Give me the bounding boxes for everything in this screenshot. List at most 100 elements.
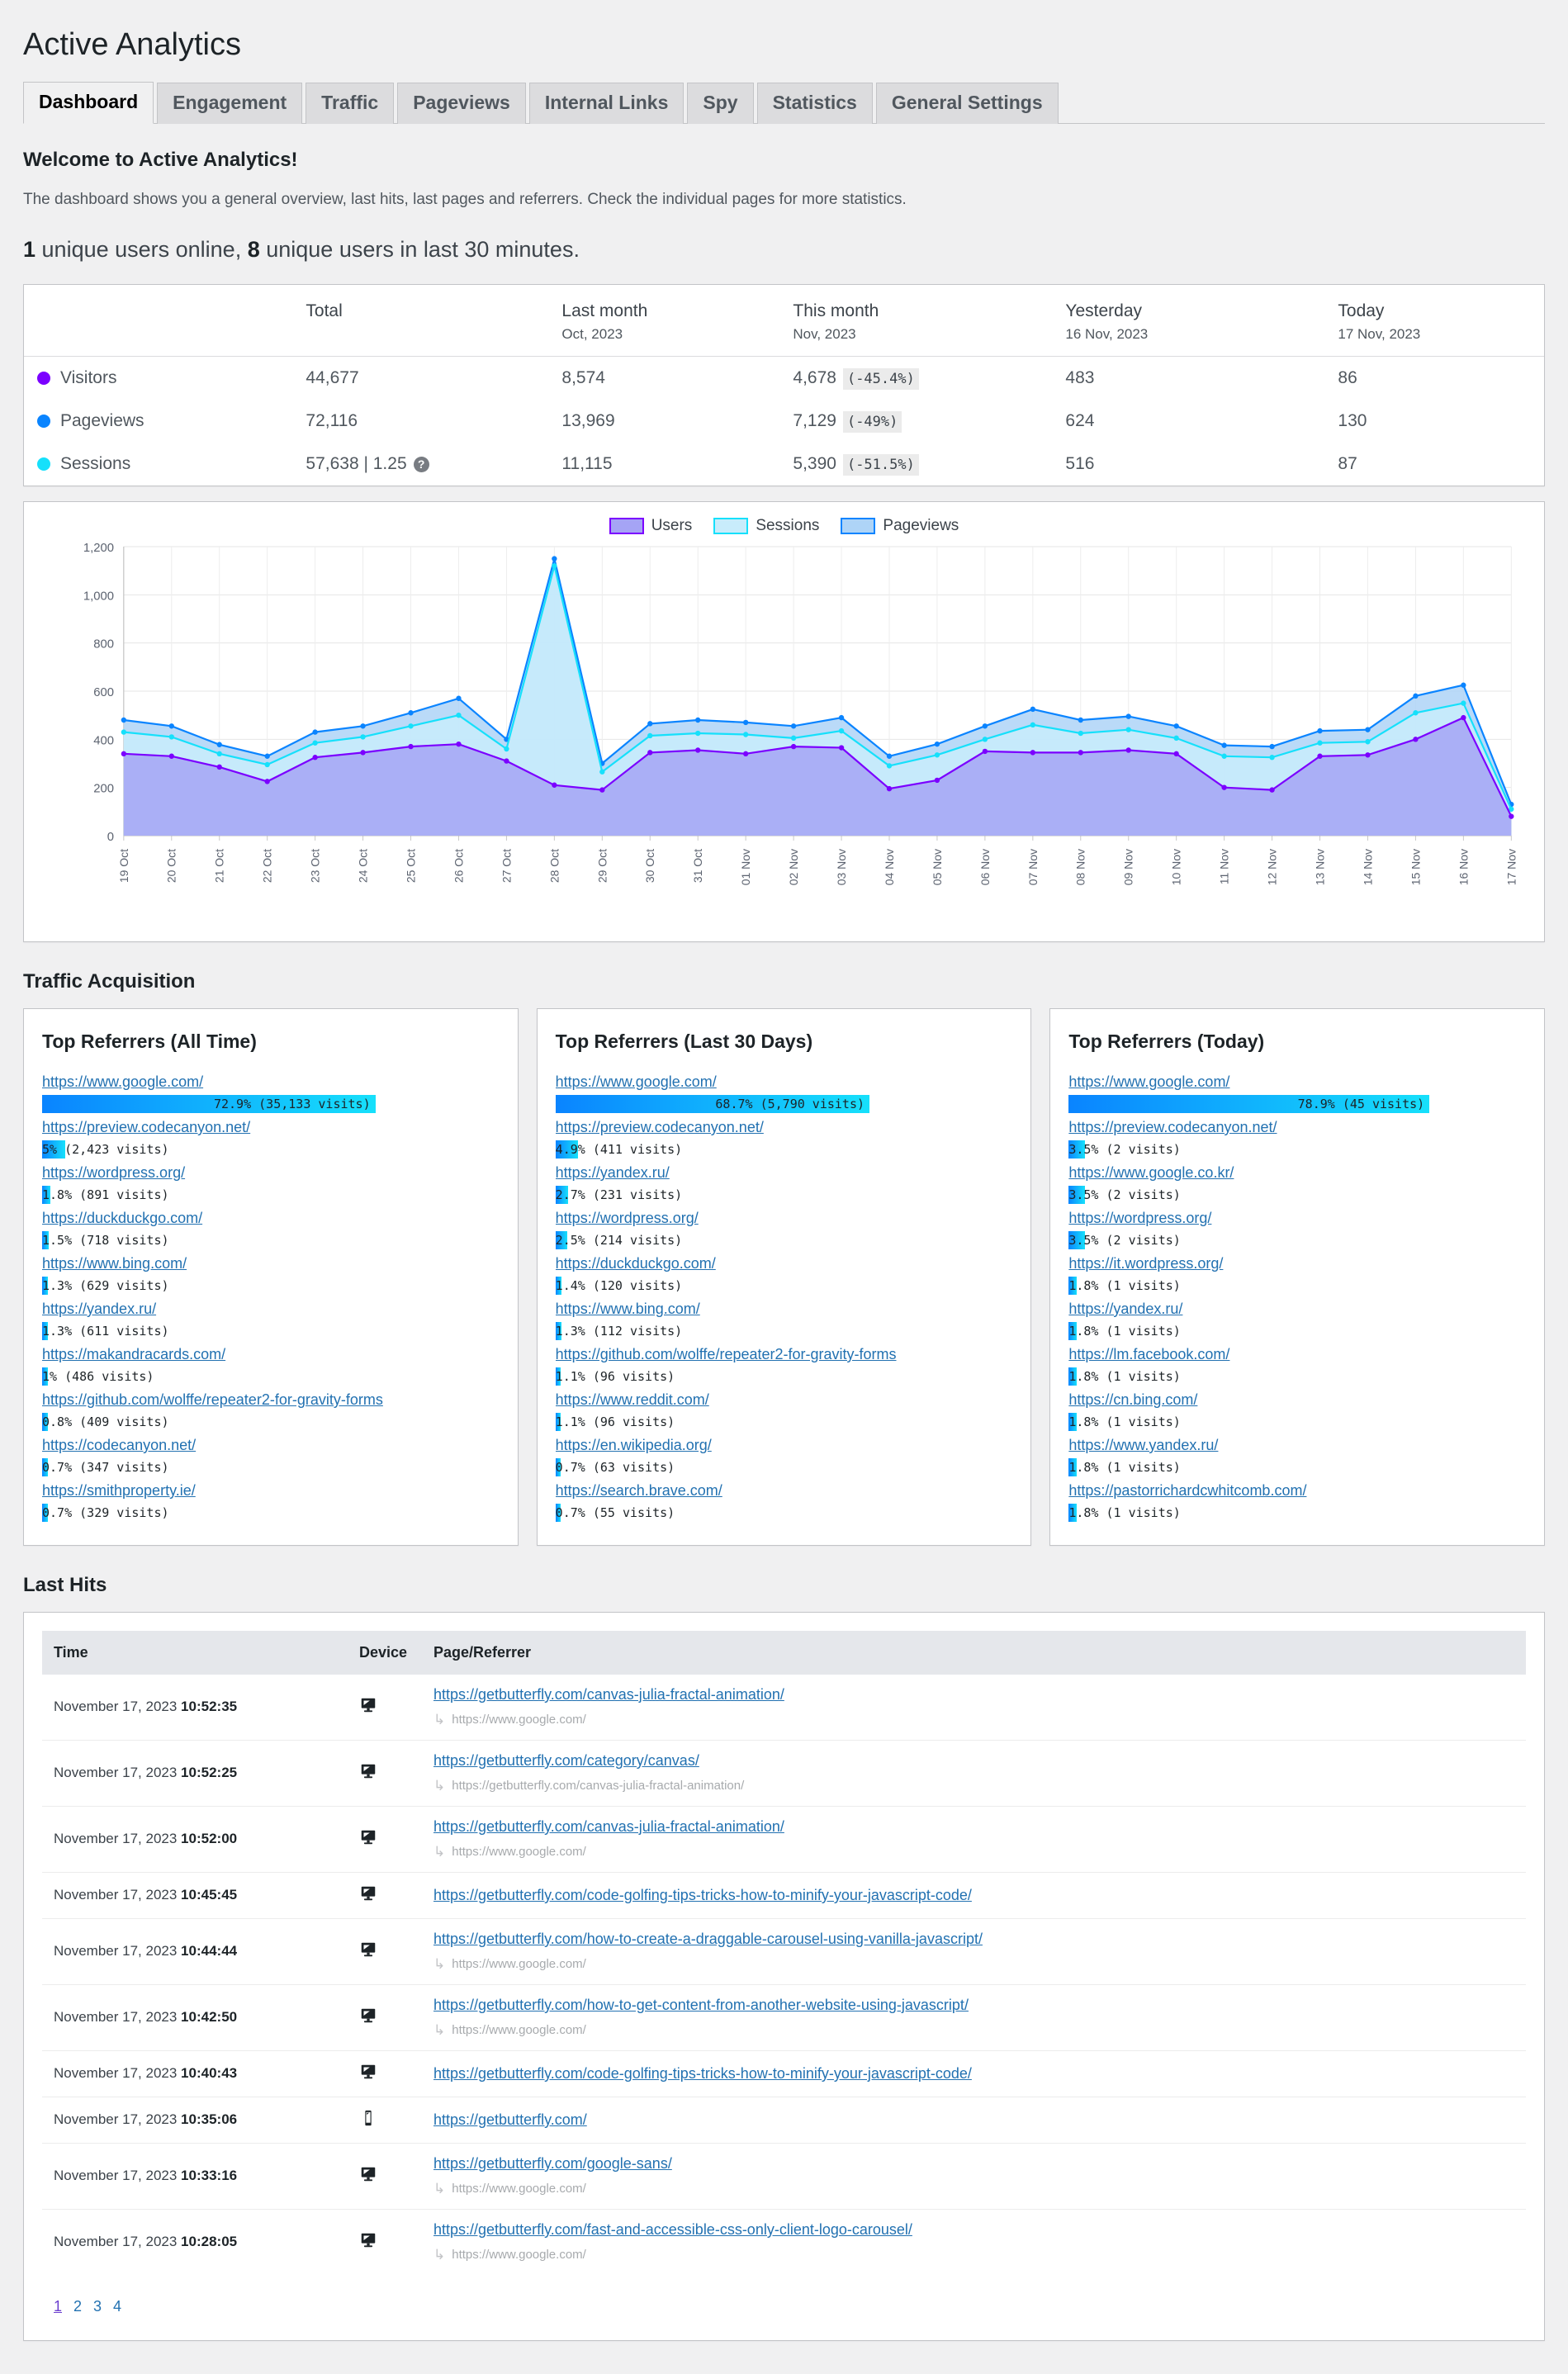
svg-text:21 Oct: 21 Oct	[213, 849, 226, 883]
tab-general-settings[interactable]: General Settings	[875, 83, 1059, 124]
referrer-bar-row: 1.3% (611 visits)	[42, 1321, 500, 1340]
tab-pageviews[interactable]: Pageviews	[397, 83, 526, 124]
referrer-link[interactable]: https://www.google.co.kr/	[1068, 1162, 1526, 1184]
hit-page-link[interactable]: https://getbutterfly.com/	[433, 2111, 587, 2129]
hit-page-link[interactable]: https://getbutterfly.com/canvas-julia-fr…	[433, 1818, 784, 1836]
referrer-link[interactable]: https://github.com/wolffe/repeater2-for-…	[42, 1389, 500, 1411]
hit-page-link[interactable]: https://getbutterfly.com/code-golfing-ti…	[433, 1887, 972, 1904]
tab-statistics[interactable]: Statistics	[756, 83, 873, 124]
traffic-area-chart[interactable]: 0 200 400 600 800 1,000 1,200 19 Oct 20 Oct 21 Oc…	[32, 538, 1536, 926]
referrer-link[interactable]: https://it.wordpress.org/	[1068, 1253, 1526, 1275]
svg-text:17 Nov: 17 Nov	[1504, 849, 1518, 885]
referrer-link[interactable]: https://wordpress.org/	[42, 1162, 500, 1184]
tab-spy[interactable]: Spy	[687, 83, 754, 124]
referrer-bar-label: 1.5% (718 visits)	[42, 1232, 169, 1248]
hit-time: 10:42:50	[181, 2009, 238, 2026]
referrer-link[interactable]: https://duckduckgo.com/	[42, 1207, 500, 1230]
referrer-link[interactable]: https://www.google.com/	[556, 1071, 1013, 1093]
referrer-link[interactable]: https://yandex.ru/	[556, 1162, 1013, 1184]
hit-device-cell	[348, 2143, 422, 2209]
referrer-link[interactable]: https://pastorrichardcwhitcomb.com/	[1068, 1480, 1526, 1502]
hit-page-link[interactable]: https://getbutterfly.com/how-to-create-a…	[433, 1931, 983, 1948]
referrer-bar-label: 3.5% (2 visits)	[1068, 1232, 1181, 1248]
tab-engagement[interactable]: Engagement	[157, 83, 303, 124]
referrer-link[interactable]: https://www.bing.com/	[42, 1253, 500, 1275]
referrer-link[interactable]: https://lm.facebook.com/	[1068, 1343, 1526, 1366]
referrer-link[interactable]: https://preview.codecanyon.net/	[42, 1116, 500, 1139]
referrer-link[interactable]: https://en.wikipedia.org/	[556, 1434, 1013, 1457]
hit-time: 10:40:43	[181, 2065, 238, 2082]
table-row: November 17, 2023 10:33:16 https://getbut…	[42, 2143, 1526, 2209]
referrer-link[interactable]: https://wordpress.org/	[1068, 1207, 1526, 1230]
pagination-page-4[interactable]: 4	[113, 2298, 121, 2315]
metric-color-dot	[37, 371, 50, 385]
legend-item-users[interactable]: Users	[609, 517, 692, 535]
hit-page-link[interactable]: https://getbutterfly.com/google-sans/	[433, 2155, 672, 2173]
summary-this-month-cell: 4,678 (-45.4%)	[779, 356, 1052, 400]
referrer-link[interactable]: https://yandex.ru/	[42, 1298, 500, 1320]
svg-text:11 Nov: 11 Nov	[1218, 849, 1231, 884]
hit-page-cell: https://getbutterfly.com/code-golfing-ti…	[422, 1872, 1526, 1918]
referrer-link[interactable]: https://smithproperty.ie/	[42, 1480, 500, 1502]
desktop-icon	[361, 2008, 376, 2023]
last-hits-title: Last Hits	[23, 1573, 107, 1596]
svg-text:26 Oct: 26 Oct	[452, 849, 465, 883]
hit-page-link[interactable]: https://getbutterfly.com/how-to-get-cont…	[433, 1997, 969, 2014]
table-row: November 17, 2023 10:44:44 https://getbut…	[42, 1918, 1526, 1984]
summary-today-cell: 130	[1338, 410, 1367, 430]
chart-plot-area[interactable]: 0 200 400 600 800 1,000 1,200 19 Oct 20 Oct 21 Oc…	[32, 538, 1536, 926]
col-head-main: Today	[1338, 301, 1385, 320]
hit-page-link[interactable]: https://getbutterfly.com/code-golfing-ti…	[433, 2065, 972, 2083]
referrer-link[interactable]: https://www.google.com/	[1068, 1071, 1526, 1093]
legend-label: Pageviews	[883, 516, 959, 534]
referrers-card: Top Referrers (Today) https://www.google.…	[1049, 1007, 1546, 1546]
hit-time: 10:28:05	[181, 2234, 238, 2250]
referrer-link[interactable]: https://codecanyon.net/	[42, 1434, 500, 1457]
pagination-page-3[interactable]: 3	[93, 2298, 102, 2315]
hit-time: 10:45:45	[181, 1887, 238, 1903]
referrer-link[interactable]: https://yandex.ru/	[1068, 1298, 1526, 1320]
pagination: 1234	[42, 2298, 1526, 2315]
summary-last-month-cell: 11,115	[561, 453, 613, 473]
svg-text:05 Nov: 05 Nov	[931, 849, 944, 885]
referrer-bar-label: 1.8% (1 visits)	[1068, 1277, 1181, 1293]
referrer-link[interactable]: https://www.google.com/	[42, 1071, 500, 1093]
referrer-link[interactable]: https://makandracards.com/	[42, 1343, 500, 1366]
desktop-icon	[361, 1764, 376, 1779]
referrer-link[interactable]: https://preview.codecanyon.net/	[556, 1116, 1013, 1139]
referrer-link[interactable]: https://github.com/wolffe/repeater2-for-…	[556, 1343, 1013, 1366]
summary-yesterday-cell: 483	[1065, 367, 1095, 387]
referrer-link[interactable]: https://duckduckgo.com/	[556, 1253, 1013, 1275]
hit-page-link[interactable]: https://getbutterfly.com/canvas-julia-fr…	[433, 1686, 784, 1703]
referrer-link[interactable]: https://preview.codecanyon.net/	[1068, 1116, 1526, 1139]
svg-text:29 Oct: 29 Oct	[595, 849, 609, 883]
pagination-page-2[interactable]: 2	[73, 2298, 82, 2315]
referrer-bar-row: 1% (486 visits)	[42, 1367, 500, 1386]
referrer-link[interactable]: https://wordpress.org/	[556, 1207, 1013, 1230]
referrers-card: Top Referrers (Last 30 Days) https://www.…	[536, 1007, 1032, 1546]
legend-item-pageviews[interactable]: Pageviews	[841, 517, 959, 535]
metric-label: Sessions	[60, 453, 131, 473]
col-head-sub: 16 Nov, 2023	[1065, 325, 1149, 342]
tab-dashboard[interactable]: Dashboard	[23, 82, 154, 124]
table-row: November 17, 2023 10:35:06 https://getbut…	[42, 2097, 1526, 2143]
referrer-link[interactable]: https://www.bing.com/	[556, 1298, 1013, 1320]
help-icon[interactable]: ?	[413, 456, 429, 472]
referrer-link[interactable]: https://www.yandex.ru/	[1068, 1434, 1526, 1457]
referrer-link[interactable]: https://www.reddit.com/	[556, 1389, 1013, 1411]
desktop-icon	[361, 1942, 376, 1957]
referrer-item: https://www.bing.com/1.3% (629 visits)	[42, 1253, 500, 1295]
hit-page-link[interactable]: https://getbutterfly.com/category/canvas…	[433, 1752, 699, 1770]
tab-traffic[interactable]: Traffic	[306, 83, 395, 124]
referrer-item: https://yandex.ru/2.7% (231 visits)	[555, 1162, 1013, 1204]
referrer-item: https://wordpress.org/1.8% (891 visits)	[42, 1162, 500, 1204]
legend-item-sessions[interactable]: Sessions	[713, 517, 819, 535]
hit-page-link[interactable]: https://getbutterfly.com/fast-and-access…	[433, 2221, 912, 2239]
pagination-page-1[interactable]: 1	[54, 2298, 62, 2315]
referrer-link[interactable]: https://search.brave.com/	[556, 1480, 1013, 1502]
referrer-link[interactable]: https://cn.bing.com/	[1068, 1389, 1526, 1411]
referrer-bar-row: 0.7% (55 visits)	[555, 1503, 1013, 1522]
hit-date: November 17, 2023	[54, 1887, 182, 1903]
tab-internal-links[interactable]: Internal Links	[528, 83, 685, 124]
referrers-card-title: Top Referrers (Today)	[1068, 1030, 1265, 1052]
